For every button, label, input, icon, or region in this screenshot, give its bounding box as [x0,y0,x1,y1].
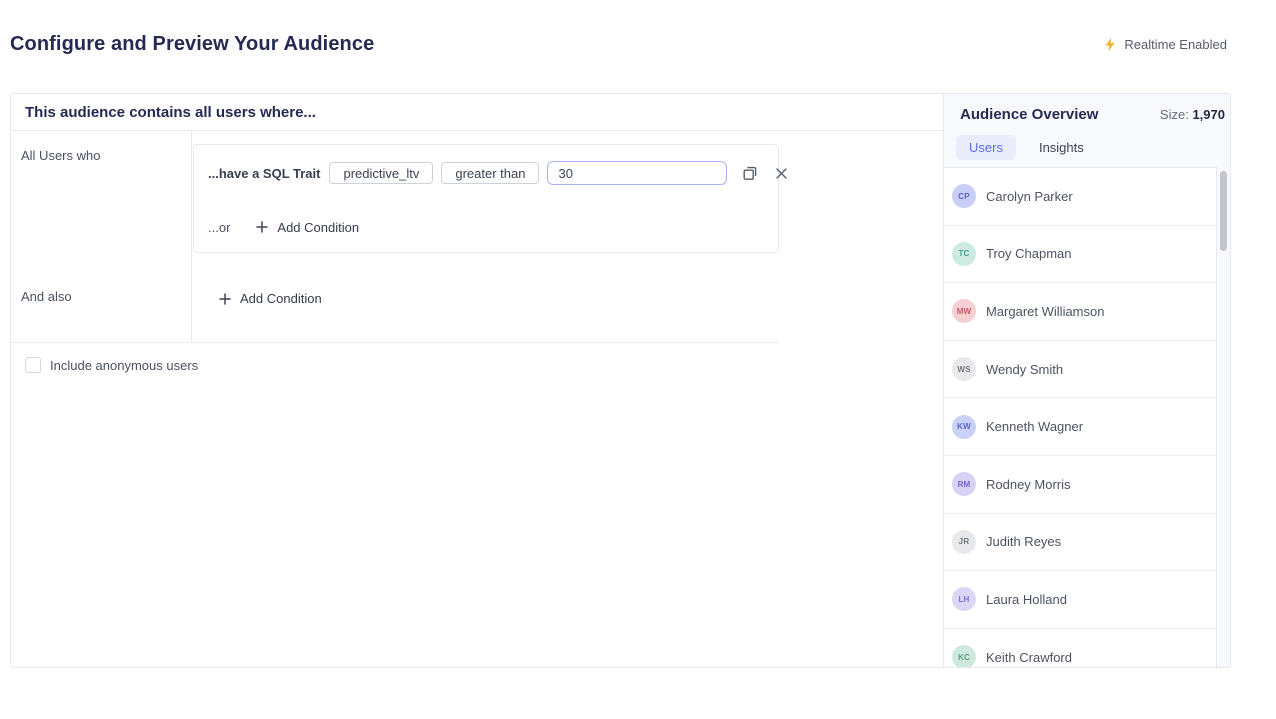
add-condition-label: Add Condition [240,291,322,306]
avatar: KC [952,645,976,667]
realtime-label: Realtime Enabled [1124,37,1227,52]
condition-builder: This audience contains all users where..… [11,94,943,667]
include-anonymous-label: Include anonymous users [50,358,198,373]
avatar: RM [952,472,976,496]
operator-select-chip[interactable]: greater than [441,162,539,184]
page-title: Configure and Preview Your Audience [10,33,374,56]
audience-overview-panel: Audience Overview Size: 1,970 Users Insi… [943,94,1230,667]
avatar: LH [952,587,976,611]
avatar: JR [952,530,976,554]
condition-group: ...have a SQL Trait predictive_ltv great… [193,144,779,253]
condition-prefix-label: ...have a SQL Trait [208,166,320,181]
tab-users[interactable]: Users [956,135,1016,160]
user-name: Carolyn Parker [986,189,1073,204]
builder-header: This audience contains all users where..… [11,94,943,131]
size-label: Size: [1160,107,1189,122]
audience-size: Size: 1,970 [1160,107,1225,122]
add-condition-label: Add Condition [277,220,359,235]
overview-title: Audience Overview [960,106,1098,123]
size-value: 1,970 [1192,107,1225,122]
avatar: MW [952,299,976,323]
include-anonymous-row: Include anonymous users [25,357,198,373]
avatar: WS [952,357,976,381]
avatar: TC [952,242,976,266]
user-name: Troy Chapman [986,246,1072,261]
add-and-condition-button[interactable]: Add Condition [219,291,322,306]
audience-config-panel: This audience contains all users where..… [10,93,1231,668]
user-list-item[interactable]: MW Margaret Williamson [944,283,1216,341]
user-name: Keith Crawford [986,650,1072,665]
close-icon [775,167,788,180]
plus-icon [256,221,268,233]
overview-header: Audience Overview Size: 1,970 [960,106,1225,123]
overview-tabs: Users Insights [956,135,1097,160]
user-name: Wendy Smith [986,362,1063,377]
vertical-divider [191,131,192,342]
trait-select-chip[interactable]: predictive_ltv [329,162,433,184]
user-name: Rodney Morris [986,477,1071,492]
or-label: ...or [208,220,230,235]
condition-row: ...have a SQL Trait predictive_ltv great… [208,160,766,186]
include-anonymous-checkbox[interactable] [25,357,41,373]
or-row: ...or Add Condition [208,214,766,240]
user-list-item[interactable]: KC Keith Crawford [944,629,1216,667]
overview-scrollbar[interactable] [1220,171,1227,251]
all-users-label: All Users who [21,148,100,163]
horizontal-divider [11,342,779,343]
user-list-item[interactable]: CP Carolyn Parker [944,168,1216,226]
tab-insights[interactable]: Insights [1026,135,1097,160]
user-list-item[interactable]: RM Rodney Morris [944,456,1216,514]
remove-condition-button[interactable] [773,165,790,182]
user-list-item[interactable]: WS Wendy Smith [944,341,1216,399]
duplicate-icon [741,164,759,182]
duplicate-condition-button[interactable] [739,162,761,184]
user-name: Margaret Williamson [986,304,1104,319]
avatar: CP [952,184,976,208]
builder-body: All Users who ...have a SQL Trait predic… [11,131,943,667]
and-also-label: And also [21,289,72,304]
avatar: KW [952,415,976,439]
user-name: Judith Reyes [986,534,1061,549]
user-list-item[interactable]: KW Kenneth Wagner [944,398,1216,456]
add-or-condition-button[interactable]: Add Condition [256,220,359,235]
user-list-item[interactable]: TC Troy Chapman [944,226,1216,284]
user-name: Laura Holland [986,592,1067,607]
user-name: Kenneth Wagner [986,419,1083,434]
topbar: Configure and Preview Your Audience Real… [10,33,1227,56]
lightning-icon [1103,37,1117,52]
condition-value-input[interactable] [547,161,727,185]
user-list-item[interactable]: JR Judith Reyes [944,514,1216,572]
realtime-badge: Realtime Enabled [1103,37,1227,52]
plus-icon [219,293,231,305]
user-list-item[interactable]: LH Laura Holland [944,571,1216,629]
user-list: CP Carolyn Parker TC Troy Chapman MW Mar… [944,167,1217,667]
